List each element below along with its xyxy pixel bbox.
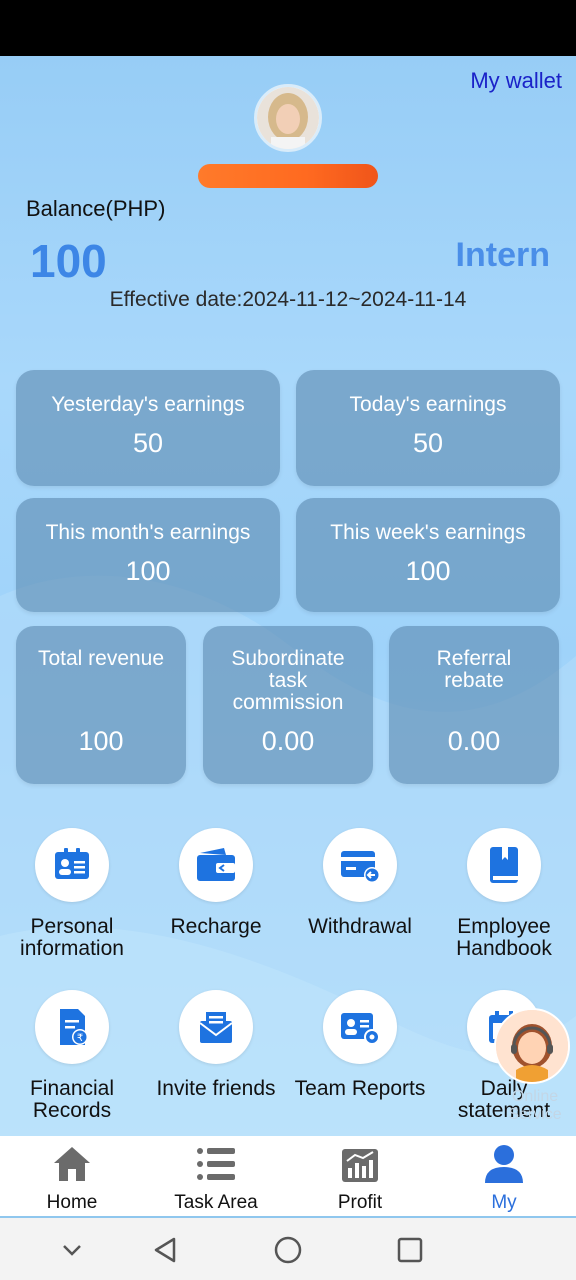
membership-level: Intern: [455, 236, 550, 274]
menu-financial-records[interactable]: ₹ Financial Records: [0, 990, 144, 1122]
wallet-icon: [179, 828, 253, 902]
bottom-tab-bar: Home Task Area Profit My: [0, 1136, 576, 1218]
menu-withdrawal[interactable]: Withdrawal: [288, 828, 432, 938]
username-redacted: [198, 164, 378, 188]
today-earnings-card: Today's earnings 50: [296, 370, 560, 486]
tab-profit[interactable]: Profit: [288, 1142, 432, 1214]
effective-date: Effective date:2024-11-12~2024-11-14: [109, 288, 467, 311]
menu-label: Employee Handbook: [456, 915, 552, 960]
subordinate-commission-card: Subordinate task commission 0.00: [203, 626, 373, 784]
yesterday-earnings-card: Yesterday's earnings 50: [16, 370, 280, 486]
card-value: 100: [405, 556, 451, 586]
tab-my[interactable]: My: [432, 1142, 576, 1214]
tab-label: Task Area: [174, 1192, 258, 1213]
card-label: Yesterday's earnings: [51, 393, 245, 416]
balance-label: Balance(PHP): [26, 196, 166, 221]
menu-invite-friends[interactable]: Invite friends: [144, 990, 288, 1100]
menu-employee-handbook[interactable]: Employee Handbook: [432, 828, 576, 960]
menu-label: Recharge: [170, 915, 262, 938]
support-agent-icon: [496, 1010, 568, 1082]
card-label: Subordinate task commission: [231, 647, 345, 714]
book-icon: [467, 828, 541, 902]
card-label: Today's earnings: [349, 393, 507, 416]
team-settings-icon: [323, 990, 397, 1064]
chevron-down-icon[interactable]: [56, 1234, 88, 1266]
avatar[interactable]: [254, 84, 322, 152]
card-label: Referral rebate: [436, 647, 512, 692]
android-nav-bar: [0, 1218, 576, 1280]
menu-label: Team Reports: [294, 1077, 426, 1100]
card-value: 0.00: [447, 726, 501, 756]
card-value: 0.00: [261, 726, 315, 756]
menu-label: Invite friends: [156, 1077, 276, 1100]
week-earnings-card: This week's earnings 100: [296, 498, 560, 612]
total-revenue-card: Total revenue 100: [16, 626, 186, 784]
menu-recharge[interactable]: Recharge: [144, 828, 288, 938]
menu-personal-information[interactable]: Personal information: [0, 828, 144, 960]
my-wallet-link[interactable]: My wallet: [470, 68, 562, 94]
document-rupee-icon: ₹: [35, 990, 109, 1064]
tab-home[interactable]: Home: [0, 1142, 144, 1214]
back-icon[interactable]: [150, 1234, 182, 1266]
card-label: This week's earnings: [330, 521, 526, 544]
referral-rebate-card: Referral rebate 0.00: [389, 626, 559, 784]
avatar-image: [257, 87, 319, 149]
card-value: 100: [125, 556, 171, 586]
card-value: 50: [132, 428, 164, 458]
status-bar: [0, 0, 576, 56]
recents-icon[interactable]: [394, 1234, 426, 1266]
menu-label: Personal information: [20, 915, 124, 960]
online-service-label: Online Service: [508, 1088, 562, 1123]
home-icon: [0, 1142, 144, 1186]
envelope-icon: [179, 990, 253, 1064]
profile-screen: My wallet Balance(PHP) 100 Intern Effect…: [0, 56, 576, 1136]
list-icon: [144, 1142, 288, 1186]
tab-label: My: [491, 1192, 517, 1213]
tab-label: Home: [46, 1192, 98, 1213]
balance-value: 100: [30, 235, 107, 287]
home-circle-icon[interactable]: [272, 1234, 304, 1266]
chart-icon: [288, 1142, 432, 1186]
tab-task-area[interactable]: Task Area: [144, 1142, 288, 1214]
card-withdraw-icon: [323, 828, 397, 902]
id-card-icon: [35, 828, 109, 902]
card-label: This month's earnings: [45, 521, 251, 544]
card-label: Total revenue: [37, 647, 165, 670]
user-icon: [432, 1142, 576, 1186]
tab-label: Profit: [337, 1192, 383, 1213]
card-value: 50: [412, 428, 444, 458]
month-earnings-card: This month's earnings 100: [16, 498, 280, 612]
card-value: 100: [78, 726, 124, 756]
svg-text:₹: ₹: [77, 1033, 83, 1044]
menu-team-reports[interactable]: Team Reports: [288, 990, 432, 1100]
menu-label: Withdrawal: [308, 915, 412, 938]
customer-service-button[interactable]: [494, 1008, 570, 1084]
menu-label: Financial Records: [29, 1077, 115, 1122]
